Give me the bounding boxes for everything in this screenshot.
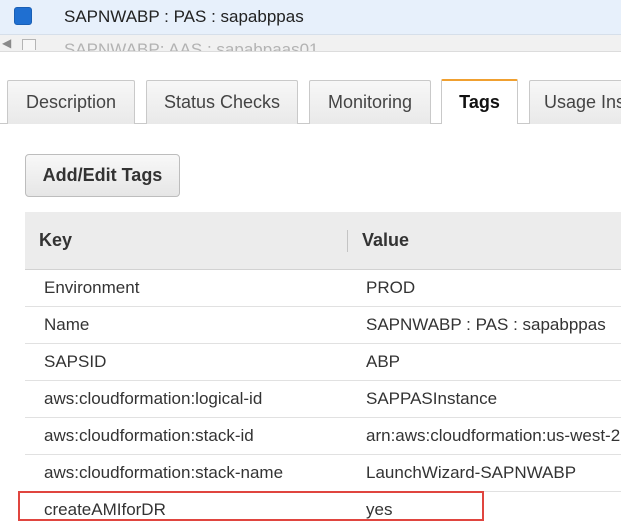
pane-divider: [0, 52, 621, 78]
tag-value: yes: [366, 500, 393, 519]
tag-value: ABP: [366, 352, 401, 371]
tag-key: SAPSID: [44, 352, 107, 371]
tag-key: Name: [44, 315, 90, 334]
checkbox-unselected[interactable]: [22, 39, 36, 50]
tag-value: SAPNWABP : PAS : sapabppas: [366, 315, 606, 334]
scroll-left-arrow-icon[interactable]: ◀: [2, 35, 11, 51]
table-row: aws:cloudformation:logical-id SAPPASInst…: [25, 381, 621, 418]
tag-key: aws:cloudformation:stack-id: [44, 426, 254, 445]
tab-description[interactable]: Description: [7, 80, 135, 124]
tags-table: Key Value Environment PROD Name SAPNWABP…: [25, 212, 621, 528]
tag-value: PROD: [366, 278, 416, 297]
tags-table-header: Key Value: [25, 212, 621, 270]
tab-tags[interactable]: Tags: [441, 79, 518, 124]
tag-key: aws:cloudformation:logical-id: [44, 389, 263, 408]
tab-status-checks[interactable]: Status Checks: [146, 80, 298, 124]
details-tab-bar: Description Status Checks Monitoring Tag…: [0, 78, 621, 124]
checkbox-selected[interactable]: [14, 7, 32, 25]
tag-key: Environment: [44, 278, 140, 297]
column-header-key[interactable]: Key: [39, 212, 72, 269]
table-row: SAPSID ABP: [25, 344, 621, 381]
instance-list-scroll-area[interactable]: ◀ SAPNWABP: AAS : sapabpaas01: [0, 35, 621, 52]
instance-name: SAPNWABP : PAS : sapabppas: [64, 7, 304, 26]
tag-value: arn:aws:cloudformation:us-west-2: [366, 426, 621, 445]
column-resize-handle[interactable]: [347, 230, 348, 252]
table-row: Name SAPNWABP : PAS : sapabppas: [25, 307, 621, 344]
add-edit-tags-button[interactable]: Add/Edit Tags: [25, 154, 180, 197]
instance-row-selected[interactable]: SAPNWABP : PAS : sapabppas: [0, 0, 621, 35]
table-row: aws:cloudformation:stack-name LaunchWiza…: [25, 455, 621, 492]
table-row: createAMIforDR yes: [25, 492, 621, 528]
tab-usage-instructions[interactable]: Usage Ins: [529, 80, 621, 124]
table-row: Environment PROD: [25, 270, 621, 307]
instance-name-next: SAPNWABP: AAS : sapabpaas01: [64, 40, 319, 52]
tag-value: SAPPASInstance: [366, 389, 498, 408]
table-row: aws:cloudformation:stack-id arn:aws:clou…: [25, 418, 621, 455]
tag-value: LaunchWizard-SAPNWABP: [366, 463, 577, 482]
tab-monitoring[interactable]: Monitoring: [309, 80, 431, 124]
tag-key: aws:cloudformation:stack-name: [44, 463, 284, 482]
tag-key: createAMIforDR: [44, 500, 166, 519]
column-header-value[interactable]: Value: [362, 212, 409, 269]
